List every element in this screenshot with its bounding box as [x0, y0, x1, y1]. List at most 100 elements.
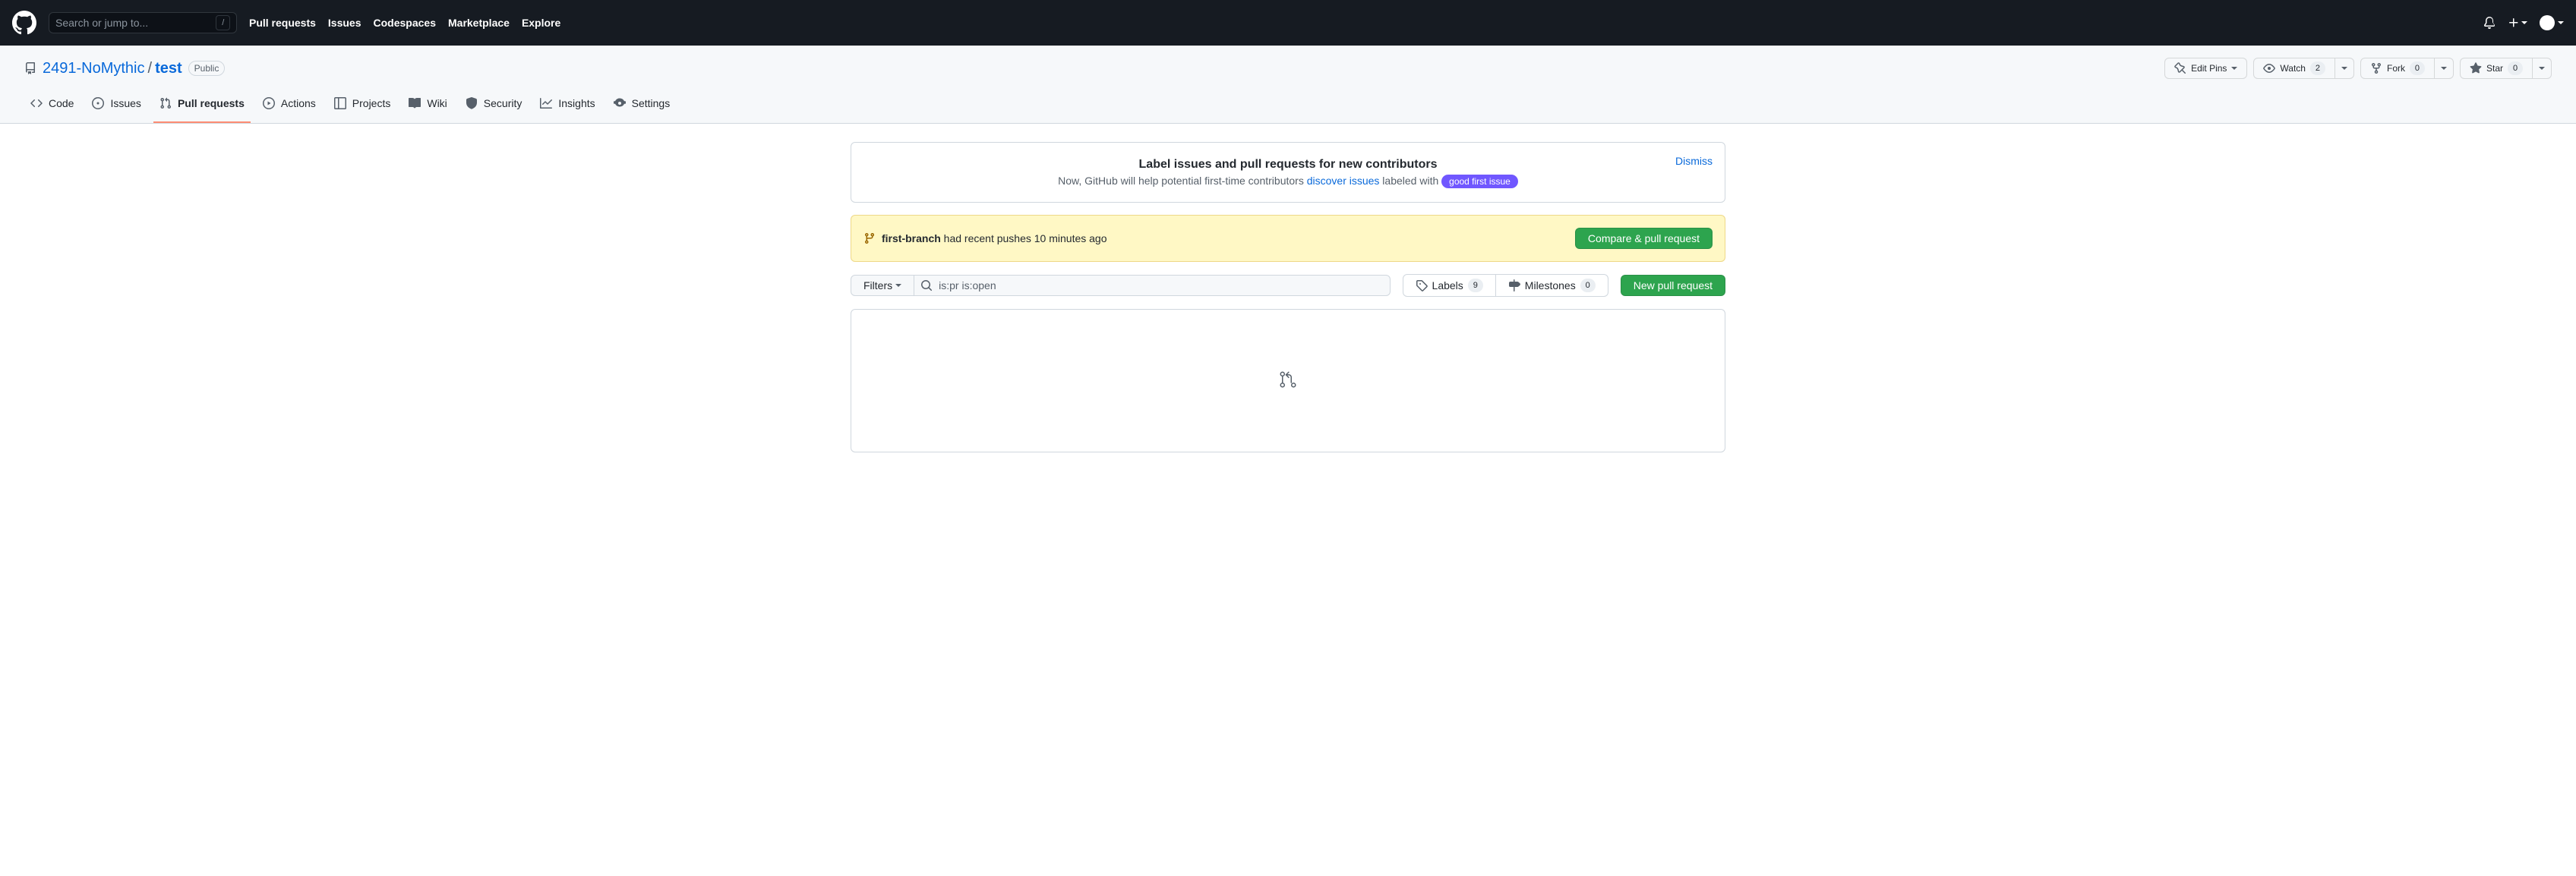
create-new-dropdown[interactable] [2508, 17, 2527, 29]
tab-issues[interactable]: Issues [86, 91, 147, 123]
search-input[interactable] [55, 17, 216, 29]
caret-icon [2341, 67, 2347, 70]
tab-label: Pull requests [178, 97, 245, 109]
star-button[interactable]: Star 0 [2460, 58, 2533, 79]
tab-code[interactable]: Code [24, 91, 80, 123]
repo-owner-link[interactable]: 2491-NoMythic [43, 60, 145, 77]
edit-pins-button[interactable]: Edit Pins [2164, 58, 2247, 79]
star-count: 0 [2508, 61, 2523, 75]
branch-icon [863, 232, 876, 244]
star-dropdown[interactable] [2533, 58, 2552, 79]
filters-dropdown[interactable]: Filters [851, 275, 914, 296]
fork-icon [2370, 62, 2382, 74]
milestones-label: Milestones [1525, 279, 1576, 291]
table-icon [334, 97, 346, 109]
tab-label: Insights [558, 97, 595, 109]
milestones-button[interactable]: Milestones 0 [1496, 274, 1608, 297]
tab-pull-requests[interactable]: Pull requests [153, 91, 251, 123]
repo-header: 2491-NoMythic / test Public Edit Pins Wa… [0, 46, 2576, 124]
filter-search-group: Filters [851, 275, 1391, 296]
caret-icon [2231, 67, 2237, 70]
eye-icon [2263, 62, 2275, 74]
tab-label: Issues [110, 97, 140, 109]
nav-explore[interactable]: Explore [522, 17, 560, 29]
fork-dropdown[interactable] [2435, 58, 2454, 79]
good-first-issue-label: good first issue [1441, 175, 1518, 188]
repo-icon [24, 62, 36, 74]
tab-label: Settings [632, 97, 671, 109]
discover-issues-link[interactable]: discover issues [1307, 175, 1380, 187]
code-icon [30, 97, 43, 109]
tab-security[interactable]: Security [459, 91, 529, 123]
tab-label: Actions [281, 97, 316, 109]
flash-suffix: had recent pushes 10 minutes ago [941, 232, 1107, 244]
tab-settings[interactable]: Settings [608, 91, 677, 123]
watch-label: Watch [2280, 63, 2306, 74]
notifications-icon[interactable] [2483, 17, 2496, 29]
global-search[interactable]: / [49, 12, 237, 33]
watch-button[interactable]: Watch 2 [2253, 58, 2335, 79]
fork-count: 0 [2410, 61, 2425, 75]
repo-tabs: Code Issues Pull requests Actions Projec… [24, 91, 2552, 123]
main-content: Dismiss Label issues and pull requests f… [826, 124, 1750, 471]
flash-text: first-branch had recent pushes 10 minute… [882, 232, 1107, 244]
repo-actions: Edit Pins Watch 2 Fork 0 [2164, 58, 2552, 79]
labels-button[interactable]: Labels 9 [1403, 274, 1496, 297]
shield-icon [466, 97, 478, 109]
dismiss-link[interactable]: Dismiss [1675, 155, 1713, 167]
book-icon [409, 97, 421, 109]
milestones-count: 0 [1580, 279, 1596, 292]
labels-count: 9 [1468, 279, 1483, 292]
gear-icon [614, 97, 626, 109]
tab-projects[interactable]: Projects [328, 91, 397, 123]
plus-icon [2508, 17, 2520, 29]
compare-pull-request-button[interactable]: Compare & pull request [1575, 228, 1713, 249]
tab-label: Wiki [427, 97, 447, 109]
filters-label: Filters [863, 279, 892, 291]
star-label: Star [2486, 63, 2503, 74]
search-wrap [914, 275, 1390, 296]
visibility-badge: Public [188, 61, 226, 76]
play-icon [263, 97, 275, 109]
fork-group: Fork 0 [2360, 58, 2454, 79]
watch-count: 2 [2310, 61, 2325, 75]
caret-icon [2558, 21, 2564, 24]
new-pull-request-button[interactable]: New pull request [1621, 275, 1725, 296]
fork-label: Fork [2387, 63, 2405, 74]
repo-title-row: 2491-NoMythic / test Public Edit Pins Wa… [24, 58, 2552, 79]
repo-path: 2491-NoMythic / test [43, 60, 182, 77]
global-nav: Pull requests Issues Codespaces Marketpl… [249, 17, 560, 29]
tab-label: Projects [352, 97, 391, 109]
issues-search-input[interactable] [939, 279, 1380, 291]
filter-row: Filters Labels 9 Milestones 0 [851, 274, 1725, 297]
fork-button[interactable]: Fork 0 [2360, 58, 2435, 79]
caret-icon [2539, 67, 2545, 70]
recent-push-flash: first-branch had recent pushes 10 minute… [851, 215, 1725, 262]
watch-group: Watch 2 [2253, 58, 2354, 79]
github-logo-icon[interactable] [12, 11, 36, 35]
watch-dropdown[interactable] [2335, 58, 2354, 79]
good-first-issue-notice: Dismiss Label issues and pull requests f… [851, 142, 1725, 203]
issue-icon [92, 97, 104, 109]
star-icon [2470, 62, 2482, 74]
path-separator: / [148, 60, 153, 77]
repo-name-link[interactable]: test [155, 60, 182, 77]
avatar [2540, 15, 2555, 30]
edit-pins-label: Edit Pins [2191, 63, 2227, 74]
tab-insights[interactable]: Insights [534, 91, 601, 123]
tag-icon [1416, 279, 1428, 291]
notice-text-after: labeled with [1379, 175, 1441, 187]
nav-pull-requests[interactable]: Pull requests [249, 17, 316, 29]
tab-label: Security [484, 97, 522, 109]
issues-search[interactable] [914, 275, 1390, 296]
labels-milestones-group: Labels 9 Milestones 0 [1403, 274, 1608, 297]
caret-icon [895, 284, 901, 287]
search-icon [920, 279, 933, 291]
tab-wiki[interactable]: Wiki [402, 91, 453, 123]
tab-actions[interactable]: Actions [257, 91, 322, 123]
user-menu[interactable] [2540, 15, 2564, 30]
milestone-icon [1508, 279, 1520, 291]
nav-codespaces[interactable]: Codespaces [374, 17, 436, 29]
nav-marketplace[interactable]: Marketplace [448, 17, 510, 29]
nav-issues[interactable]: Issues [328, 17, 361, 29]
